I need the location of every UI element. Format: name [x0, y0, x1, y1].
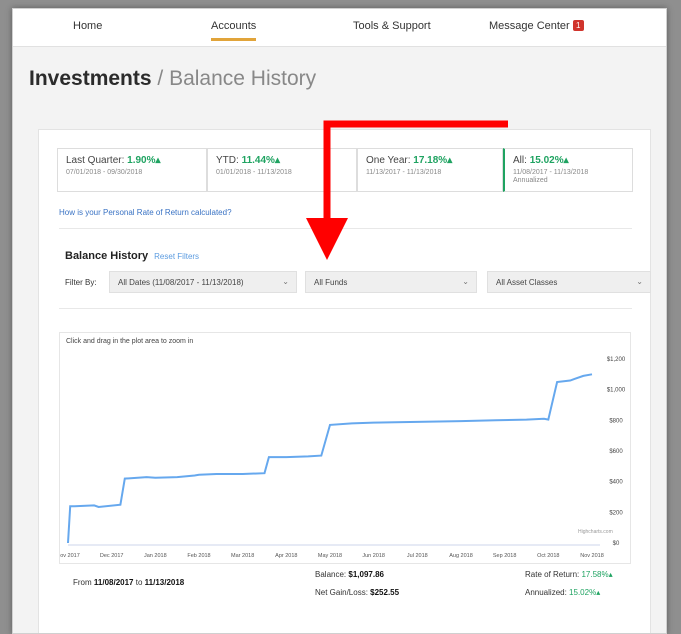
chevron-down-icon: ⌄: [282, 277, 289, 286]
annualized-summary: Annualized: 15.02%▴: [525, 588, 600, 597]
gain-label: Net Gain/Loss:: [315, 588, 368, 597]
balance-chart[interactable]: Click and drag in the plot area to zoom …: [56, 332, 632, 565]
chevron-down-icon: ⌄: [636, 277, 643, 286]
reset-filters-link[interactable]: Reset Filters: [154, 252, 199, 261]
filter-by-label: Filter By:: [65, 278, 97, 287]
chart-zoom-hint: Click and drag in the plot area to zoom …: [66, 338, 194, 345]
y-axis: $1,200 $1,000 $800 $600 $400 $200 $0: [607, 357, 626, 547]
x-axis: Nov 2017 Dec 2017 Jan 2018 Feb 2018 Mar 2018…: [56, 544, 604, 559]
balance-label: Balance:: [315, 570, 347, 579]
perf-value: 11.44%: [241, 155, 275, 166]
up-arrow-icon: ▴: [563, 155, 569, 166]
balance-history-title: Balance History: [65, 250, 149, 262]
x-tick-label: May 2018: [318, 553, 342, 559]
x-tick-label: Nov 2018: [580, 553, 604, 559]
date-range-summary: From 11/08/2017 to 11/13/2018: [73, 578, 184, 587]
from-date: 11/08/2017: [93, 578, 134, 587]
annualized-label: Annualized:: [525, 588, 567, 597]
breadcrumb-balance-history: Balance History: [169, 67, 317, 90]
page-title: Investments / Balance History: [29, 67, 316, 91]
perf-value: 17.18%: [413, 155, 448, 166]
ror-summary: Rate of Return: 17.58%▴: [525, 570, 613, 579]
up-arrow-icon: ▴: [608, 570, 613, 579]
perf-label: Last Quarter:: [66, 155, 125, 166]
perf-dates: 11/08/2017 - 11/13/2018: [513, 169, 589, 176]
perf-dates: 07/01/2018 - 09/30/2018: [66, 169, 143, 176]
ror-label: Rate of Return:: [525, 570, 580, 579]
nav-tools-support[interactable]: Tools & Support: [353, 20, 431, 38]
gain-value: $252.55: [370, 588, 400, 597]
x-tick-label: Jan 2018: [144, 553, 167, 559]
to-date: 11/13/2018: [144, 578, 185, 587]
chevron-down-icon: ⌄: [462, 277, 469, 286]
perf-one-year: One Year: 17.18%▴ 11/13/2017 - 11/13/201…: [357, 148, 503, 192]
funds-select[interactable]: All Funds ⌄: [305, 271, 477, 293]
y-tick-label: $0: [613, 541, 620, 547]
nav-message-center-label: Message Center: [489, 20, 570, 32]
breadcrumb-investments[interactable]: Investments: [29, 67, 152, 90]
perf-dates: 11/13/2017 - 11/13/2018: [366, 169, 442, 176]
from-label: From: [73, 578, 92, 587]
perf-last-quarter: Last Quarter: 1.90%▴ 07/01/2018 - 09/30/…: [57, 148, 207, 192]
up-arrow-icon: ▴: [274, 155, 280, 166]
perf-value: 15.02%: [529, 155, 564, 166]
balance-chart-svg[interactable]: $1,200 $1,000 $800 $600 $400 $200 $0 Nov 2017 D…: [56, 333, 632, 565]
x-tick-label: Jun 2018: [362, 553, 385, 559]
balance-line: [67, 373, 593, 544]
date-range-value: All Dates (11/08/2017 - 11/13/2018): [118, 278, 244, 287]
balance-card: Last Quarter: 1.90%▴ 07/01/2018 - 09/30/…: [38, 129, 651, 633]
x-tick-label: Mar 2018: [231, 553, 254, 559]
y-tick-label: $600: [609, 449, 623, 455]
perf-annualized-label: Annualized: [513, 177, 548, 184]
top-navigation: Home Accounts Tools & Support Message Ce…: [13, 9, 666, 47]
y-tick-label: $1,200: [607, 357, 626, 363]
browser-window: Home Accounts Tools & Support Message Ce…: [12, 8, 667, 634]
x-tick-label: Sep 2018: [493, 553, 517, 559]
x-tick-label: Apr 2018: [275, 553, 297, 559]
perf-all: All: 15.02%▴ 11/08/2017 - 11/13/2018 Ann…: [503, 148, 633, 192]
asset-classes-value: All Asset Classes: [496, 278, 558, 287]
nav-home[interactable]: Home: [73, 20, 102, 38]
divider: [59, 228, 632, 229]
to-label: to: [135, 578, 143, 587]
x-tick-label: Jul 2018: [407, 553, 428, 559]
rate-of-return-help-link[interactable]: How is your Personal Rate of Return calc…: [59, 208, 232, 217]
breadcrumb-separator: /: [157, 67, 164, 90]
divider: [59, 308, 632, 309]
perf-label: All:: [513, 155, 527, 166]
funds-value: All Funds: [314, 278, 348, 287]
perf-label: One Year:: [366, 155, 411, 166]
x-tick-label: Oct 2018: [537, 553, 559, 559]
up-arrow-icon: ▴: [155, 155, 161, 166]
annualized-value: 15.02%: [569, 588, 597, 597]
balance-summary: Balance: $1,097.86: [315, 570, 384, 579]
y-tick-label: $400: [609, 480, 623, 486]
up-arrow-icon: ▴: [596, 588, 601, 597]
y-tick-label: $800: [609, 418, 623, 424]
balance-value: $1,097.86: [348, 570, 384, 579]
chart-credit: Highcharts.com: [578, 529, 613, 535]
nav-message-center[interactable]: Message Center 1: [489, 20, 584, 38]
y-tick-label: $1,000: [607, 388, 626, 394]
perf-label: YTD:: [216, 155, 239, 166]
message-count-badge: 1: [572, 20, 584, 31]
up-arrow-icon: ▴: [447, 155, 453, 166]
perf-ytd: YTD: 11.44%▴ 01/01/2018 - 11/13/2018: [207, 148, 357, 192]
balance-history-heading: Balance History Reset Filters: [65, 250, 199, 262]
asset-classes-select[interactable]: All Asset Classes ⌄: [487, 271, 651, 293]
date-range-select[interactable]: All Dates (11/08/2017 - 11/13/2018) ⌄: [109, 271, 297, 293]
nav-accounts[interactable]: Accounts: [211, 20, 257, 41]
x-tick-label: Nov 2017: [60, 553, 80, 559]
gain-summary: Net Gain/Loss: $252.55: [315, 588, 399, 597]
ror-value: 17.58%: [581, 570, 609, 579]
x-tick-label: Aug 2018: [449, 553, 473, 559]
perf-value: 1.90%: [127, 155, 156, 166]
x-tick-label: Feb 2018: [187, 553, 210, 559]
x-tick-label: Dec 2017: [100, 553, 124, 559]
y-tick-label: $200: [609, 510, 623, 516]
perf-dates: 01/01/2018 - 11/13/2018: [216, 169, 292, 176]
